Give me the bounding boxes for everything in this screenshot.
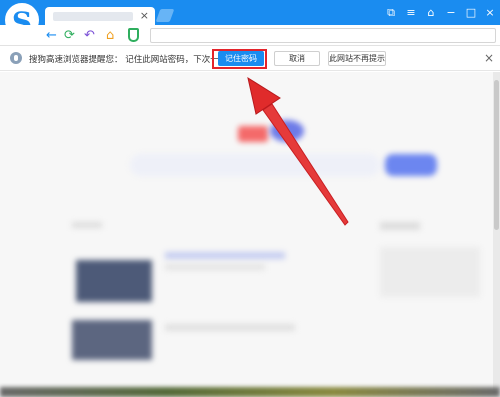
red-arrow (247, 76, 349, 226)
